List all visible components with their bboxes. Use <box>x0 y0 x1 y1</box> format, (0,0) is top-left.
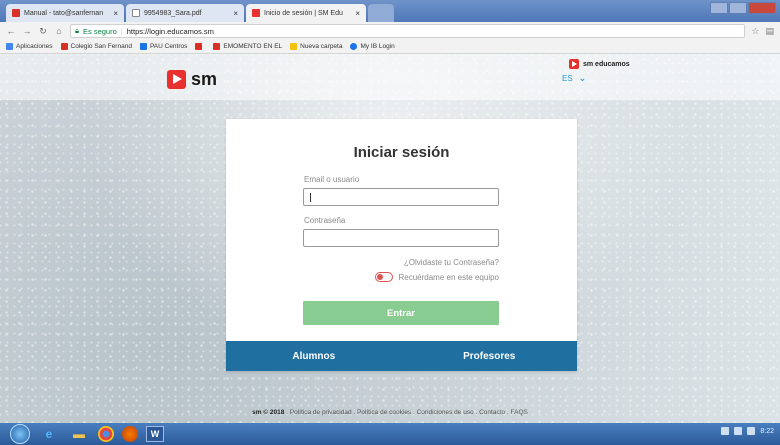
email-field[interactable] <box>303 188 499 206</box>
keyboard-icon[interactable] <box>721 427 730 435</box>
tab-label: Inicio de sesión | SM Edu <box>264 9 343 17</box>
gmail-icon <box>213 43 221 50</box>
bookmark-folder[interactable]: Nueva carpeta <box>290 43 342 50</box>
chevron-down-icon: ⌄ <box>578 73 587 83</box>
url-separator: | <box>120 26 123 36</box>
new-tab-button[interactable] <box>368 4 394 22</box>
internet-explorer-icon[interactable]: e <box>38 425 60 443</box>
browser-tab-active[interactable]: Inicio de sesión | SM Edu × <box>246 4 366 22</box>
system-tray: 8:22 <box>721 427 774 435</box>
remember-toggle[interactable] <box>375 272 394 282</box>
footer-brand[interactable]: sm educamos <box>569 59 630 69</box>
url-field[interactable]: 🔒︎ Es seguro | https://login.educamos.sm <box>70 24 746 38</box>
bookmark-label: Nueva carpeta <box>300 43 343 50</box>
language-label: ES <box>562 74 573 83</box>
close-tab-icon[interactable]: × <box>355 9 360 18</box>
remember-label: Recuérdame en este equipo <box>398 272 499 282</box>
folder-icon <box>290 43 298 50</box>
network-icon[interactable] <box>734 427 743 435</box>
login-card: Iniciar sesión Email o usuario Contraseñ… <box>226 119 577 371</box>
tab-label: Manual - tato@sanfernan <box>24 9 104 17</box>
windows-taskbar: e ▬ W 8:22 <box>0 423 780 445</box>
word-icon[interactable]: W <box>146 426 164 442</box>
copyright-text: sm © 2018 <box>252 408 285 416</box>
minimize-button[interactable] <box>710 2 728 14</box>
password-field[interactable] <box>303 229 499 247</box>
bookmark-apps[interactable]: Aplicaciones <box>6 43 53 50</box>
bookmark-label: Colegio San Fernand <box>70 43 132 50</box>
submit-button[interactable]: Entrar <box>303 301 499 325</box>
chrome-icon[interactable] <box>98 426 114 442</box>
tab-label: 9954983_Sara.pdf <box>144 9 202 17</box>
footer-links[interactable]: Política de privacidad . Política de coo… <box>290 409 528 416</box>
bookmark-label: PAU Centros <box>149 43 188 50</box>
bookmark-item[interactable]: My IB Login <box>350 43 395 50</box>
forward-arrow-icon[interactable]: → <box>22 26 32 36</box>
bookmark-item[interactable] <box>195 43 205 50</box>
tab-alumnos[interactable]: Alumnos <box>226 341 402 371</box>
sm-favicon-icon <box>252 9 260 17</box>
bookmarks-bar: Aplicaciones Colegio San Fernand PAU Cen… <box>0 40 780 54</box>
bookmark-favicon-icon <box>350 43 358 50</box>
gmail-icon <box>195 43 203 50</box>
address-bar: ← → ↻ ⌂ 🔒︎ Es seguro | https://login.edu… <box>0 22 780 40</box>
bookmark-label: My IB Login <box>360 43 395 50</box>
sm-logo[interactable]: sm <box>167 69 217 90</box>
login-title: Iniciar sesión <box>353 144 450 161</box>
browser-tab-bar: Manual - tato@sanfernan × 9954983_Sara.p… <box>0 0 780 22</box>
menu-icon[interactable]: ▤ <box>765 26 774 37</box>
bookmark-star-icon[interactable]: ☆ <box>751 26 759 37</box>
bookmark-favicon-icon <box>60 43 68 50</box>
close-tab-icon[interactable]: × <box>233 9 238 18</box>
back-arrow-icon[interactable]: ← <box>6 26 16 36</box>
login-page: sm ES ⌄ Iniciar sesión Email o usuario C… <box>0 54 780 423</box>
gmail-icon <box>12 9 20 17</box>
clock[interactable]: 8:22 <box>760 428 774 435</box>
bookmark-item[interactable]: EMOMENTO EN EL <box>213 43 282 50</box>
close-tab-icon[interactable]: × <box>113 9 118 18</box>
address-bar-actions: ☆ ▤ <box>751 26 774 37</box>
lock-icon: 🔒︎ <box>75 26 79 35</box>
start-button[interactable] <box>10 424 30 444</box>
sm-logo-icon <box>167 70 186 89</box>
bookmark-favicon-icon <box>139 43 147 50</box>
footer-brand-label: sm educamos <box>583 60 630 68</box>
logo-text: sm <box>191 69 218 89</box>
role-tabs: Alumnos Profesores <box>226 341 577 371</box>
remember-me[interactable]: Recuérdame en este equipo <box>375 272 499 282</box>
security-label: Es seguro <box>83 26 117 36</box>
email-label: Email o usuario <box>304 175 360 184</box>
bookmark-item[interactable]: Colegio San Fernand <box>60 43 132 50</box>
text-caret <box>310 193 311 202</box>
close-window-button[interactable] <box>748 2 776 14</box>
site-footer: sm © 2018 . Política de privacidad . Pol… <box>252 408 528 416</box>
browser-tab[interactable]: 9954983_Sara.pdf × <box>126 4 244 22</box>
volume-icon[interactable] <box>747 427 756 435</box>
document-icon <box>132 9 140 17</box>
tab-profesores[interactable]: Profesores <box>402 341 578 371</box>
url-text: https://login.educamos.sm <box>126 26 214 36</box>
home-icon[interactable]: ⌂ <box>54 26 64 36</box>
site-header <box>0 54 780 100</box>
password-label: Contraseña <box>304 216 346 225</box>
bookmark-label: EMOMENTO EN EL <box>223 43 283 50</box>
maximize-button[interactable] <box>729 2 747 14</box>
sm-logo-icon <box>569 59 579 69</box>
language-selector[interactable]: ES ⌄ <box>562 73 586 84</box>
bookmark-label: Aplicaciones <box>16 43 53 50</box>
bookmark-item[interactable]: PAU Centros <box>139 43 188 50</box>
apps-grid-icon <box>6 43 13 50</box>
browser-tab[interactable]: Manual - tato@sanfernan × <box>6 4 124 22</box>
reload-icon[interactable]: ↻ <box>38 26 48 37</box>
forgot-password-link[interactable]: ¿Olvidaste tu Contraseña? <box>404 258 499 267</box>
folder-icon[interactable]: ▬ <box>68 425 90 443</box>
media-player-icon[interactable] <box>122 426 138 442</box>
window-controls <box>710 2 776 14</box>
